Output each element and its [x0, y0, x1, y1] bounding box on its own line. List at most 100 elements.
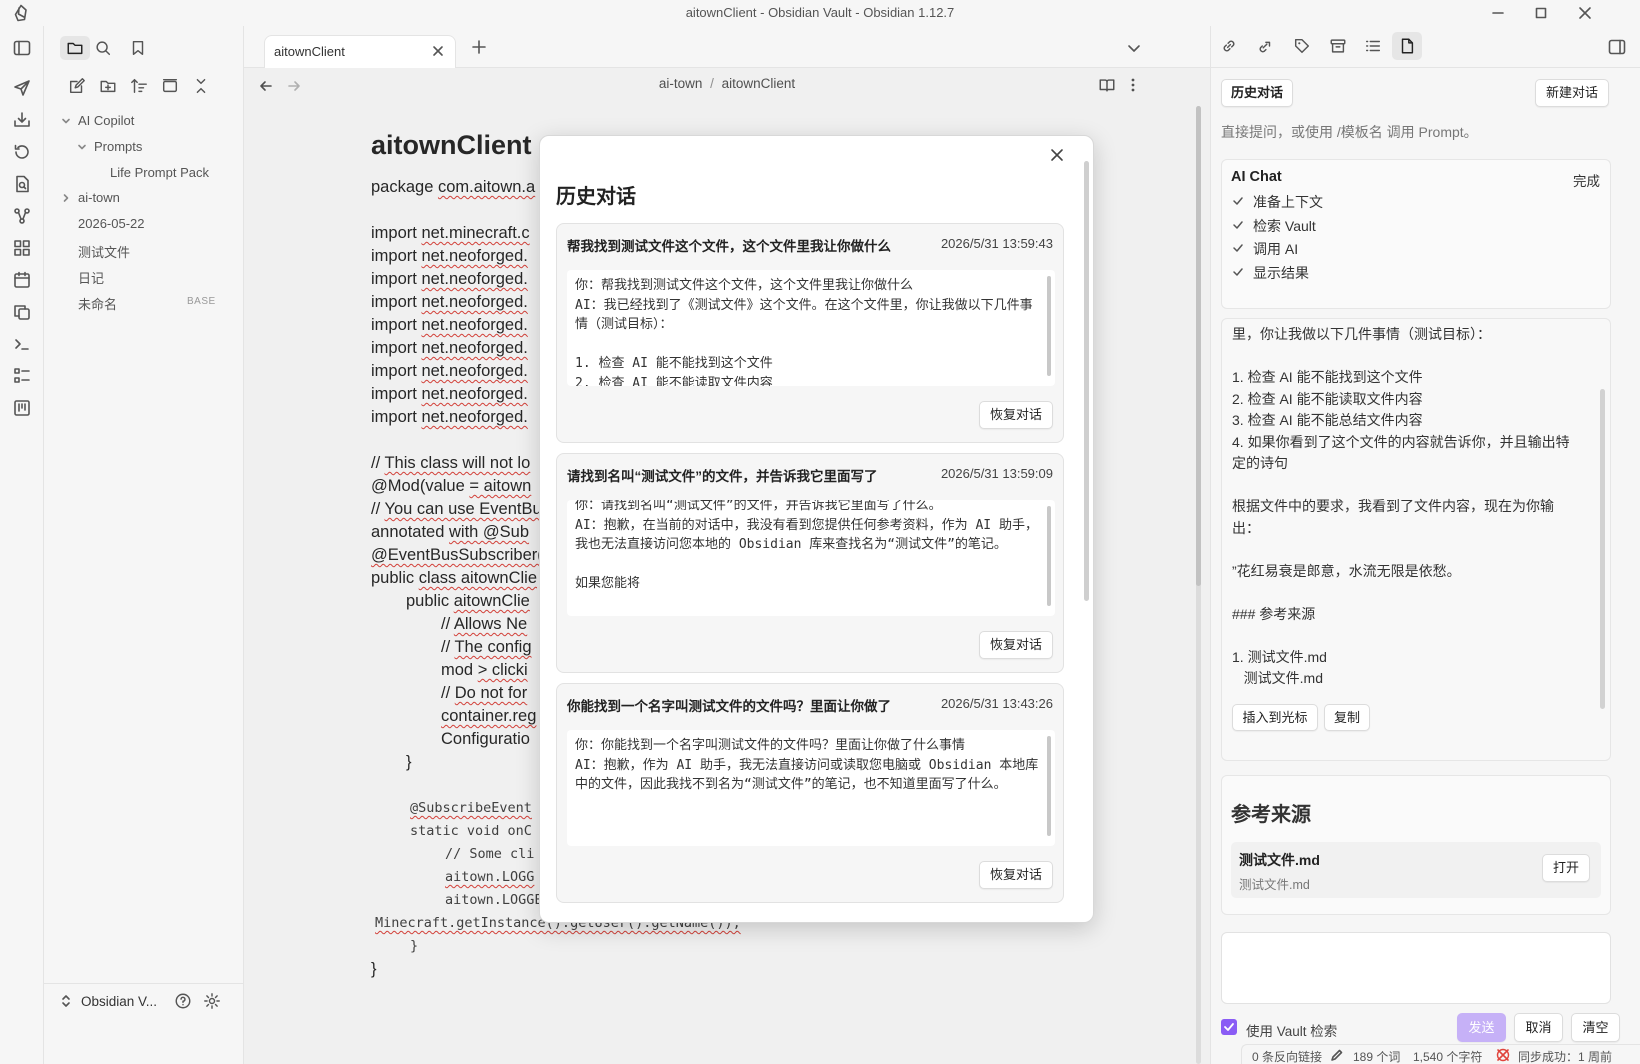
chat-input[interactable]	[1221, 932, 1611, 1004]
minimize-button[interactable]	[1487, 3, 1509, 23]
tab-aitownclient[interactable]: aitownClient	[264, 35, 456, 68]
pencil-icon[interactable]	[1330, 1048, 1344, 1062]
check-icon	[1232, 266, 1244, 278]
history-item-preview[interactable]: 你：帮我找到测试文件这个文件，这个文件里我让你做什么 AI：我已经找到了《测试文…	[567, 270, 1055, 386]
answer-line: 里，你让我做以下几件事情（测试目标）：	[1232, 326, 1491, 342]
cancel-button[interactable]: 取消	[1514, 1013, 1563, 1042]
answer-line: 定的诗句	[1232, 455, 1288, 471]
calendar-icon[interactable]	[12, 270, 32, 290]
new-folder-icon[interactable]	[99, 77, 117, 95]
sort-icon[interactable]	[130, 77, 148, 95]
tree-item[interactable]: 测试文件	[78, 242, 130, 261]
history-chat-button[interactable]: 历史对话	[1221, 79, 1293, 107]
search-file-icon[interactable]	[12, 174, 32, 194]
copy-icon[interactable]	[12, 302, 32, 322]
restore-chat-button[interactable]: 恢复对话	[979, 401, 1053, 429]
blocks-icon[interactable]	[12, 238, 32, 258]
chevron-right-icon[interactable]	[61, 193, 71, 203]
tree-item[interactable]: 日记	[78, 268, 104, 287]
toggle-right-sidebar-icon[interactable]	[1607, 37, 1627, 57]
search-icon[interactable]	[94, 39, 112, 57]
tree-item[interactable]: Prompts	[94, 139, 142, 154]
restore-chat-button[interactable]: 恢复对话	[979, 861, 1053, 889]
ai-step-item: 调用 AI	[1253, 241, 1299, 257]
files-tab-icon[interactable]	[60, 36, 90, 60]
open-reference-button[interactable]: 打开	[1542, 854, 1590, 882]
sync-status[interactable]: 同步成功：1 周前	[1518, 1048, 1612, 1064]
references-title: 参考来源	[1231, 804, 1311, 826]
auto-reveal-icon[interactable]	[161, 77, 179, 95]
new-chat-button[interactable]: 新建对话	[1535, 79, 1609, 107]
tree-item[interactable]: 2026-05-22	[78, 216, 145, 231]
tree-item[interactable]: AI Copilot	[78, 113, 134, 128]
reference-file-path: 测试文件.md	[1239, 878, 1310, 892]
history-preview-text: 你：帮我找到测试文件这个文件，这个文件里我让你做什么 AI：我已经找到了《测试文…	[575, 278, 1033, 386]
restore-chat-button[interactable]: 恢复对话	[979, 631, 1053, 659]
references-panel: 参考来源 测试文件.md 测试文件.md 打开	[1221, 775, 1611, 915]
ai-step-item: 准备上下文	[1253, 194, 1323, 210]
left-ribbon	[0, 26, 44, 1064]
send-icon[interactable]	[12, 78, 32, 98]
title-bar: aitownClient - Obsidian Vault - Obsidian…	[0, 0, 1640, 26]
sync-error-icon[interactable]	[1495, 1047, 1511, 1063]
maximize-button[interactable]	[1530, 3, 1552, 23]
outline-list-icon[interactable]	[1364, 37, 1382, 55]
history-icon[interactable]	[12, 142, 32, 162]
ai-chat-file-icon[interactable]	[1392, 32, 1422, 60]
clear-button[interactable]: 清空	[1571, 1013, 1620, 1042]
modal-close-icon[interactable]	[1048, 146, 1066, 164]
preview-scrollbar[interactable]	[1047, 276, 1051, 376]
toggle-left-sidebar-icon[interactable]	[12, 38, 32, 58]
use-vault-checkbox[interactable]	[1221, 1019, 1237, 1035]
ai-step-item: 检索 Vault	[1253, 217, 1316, 234]
status-bar: 0 条反向链接 189 个词 1,540 个字符 同步成功：1 周前	[1241, 1044, 1640, 1064]
send-button[interactable]: 发送	[1457, 1013, 1506, 1042]
history-item-preview[interactable]: 你：请找到名叫“测试文件”的文件，并告诉我它里面写了什么。 AI：抱歉，在当前的…	[567, 500, 1055, 616]
new-note-icon[interactable]	[68, 77, 86, 95]
tree-item[interactable]: Life Prompt Pack	[110, 165, 209, 180]
insert-at-cursor-button[interactable]: 插入到光标	[1232, 704, 1318, 731]
ai-answer-panel: 里，你让我做以下几件事情（测试目标）： 1. 检查 AI 能不能找到这个文件 2. …	[1221, 318, 1611, 761]
kanban-icon[interactable]	[12, 398, 32, 418]
history-item[interactable]: 请找到名叫“测试文件”的文件，并告诉我它里面写了 2026/5/31 13:59:…	[556, 453, 1064, 673]
settings-gear-icon[interactable]	[203, 992, 221, 1010]
answer-scrollbar[interactable]	[1600, 389, 1605, 709]
list-icon[interactable]	[12, 366, 32, 386]
help-icon[interactable]	[174, 992, 192, 1010]
history-item[interactable]: 你能找到一个名字叫测试文件的文件吗？里面让你做了 2026/5/31 13:43:…	[556, 683, 1064, 903]
close-window-button[interactable]	[1574, 3, 1596, 23]
chevron-down-icon[interactable]	[61, 116, 71, 126]
bookmark-icon[interactable]	[129, 39, 147, 57]
archive-icon[interactable]	[1329, 37, 1347, 55]
copy-answer-button[interactable]: 复制	[1324, 704, 1370, 731]
new-tab-plus-icon[interactable]	[471, 39, 487, 55]
vault-switcher-chevron-icon[interactable]	[60, 994, 72, 1008]
terminal-icon[interactable]	[12, 334, 32, 354]
modal-scrollbar[interactable]	[1084, 161, 1089, 601]
link-icon[interactable]	[1220, 37, 1238, 55]
tab-close-icon[interactable]	[431, 44, 445, 58]
tag-icon[interactable]	[1293, 37, 1311, 55]
backlinks-count[interactable]: 0 条反向链接	[1252, 1048, 1322, 1064]
history-item-preview[interactable]: 你：你能找到一个名字叫测试文件的文件吗？里面让你做了什么事情 AI：抱歉，作为 …	[567, 730, 1055, 846]
vault-name[interactable]: Obsidian V...	[81, 994, 157, 1009]
modal-title: 历史对话	[556, 186, 636, 208]
reference-item[interactable]: 测试文件.md 测试文件.md 打开	[1231, 842, 1601, 898]
file-explorer-sidebar: AI Copilot Prompts Life Prompt Pack ai-town…	[44, 26, 244, 1064]
history-item-time: 2026/5/31 13:59:43	[940, 236, 1053, 251]
answer-line: 出：	[1232, 519, 1260, 536]
tree-item[interactable]: ai-town	[78, 190, 120, 205]
preview-scrollbar[interactable]	[1047, 736, 1051, 836]
tab-list-chevron-down-icon[interactable]	[1126, 40, 1142, 56]
file-type-badge: BASE	[187, 295, 216, 307]
tree-item[interactable]: 未命名	[78, 294, 117, 313]
chevron-down-icon[interactable]	[77, 142, 87, 152]
history-item[interactable]: 帮我找到测试文件这个文件，这个文件里我让你做什么 2026/5/31 13:59:…	[556, 223, 1064, 443]
preview-scrollbar[interactable]	[1047, 506, 1051, 606]
outgoing-link-icon[interactable]	[1256, 37, 1274, 55]
graph-icon[interactable]	[12, 206, 32, 226]
history-dialog: 历史对话 帮我找到测试文件这个文件，这个文件里我让你做什么 2026/5/31 1…	[539, 135, 1094, 923]
collapse-all-icon[interactable]	[192, 77, 210, 95]
import-icon[interactable]	[12, 110, 32, 130]
reference-file-name[interactable]: 测试文件.md	[1239, 850, 1320, 870]
